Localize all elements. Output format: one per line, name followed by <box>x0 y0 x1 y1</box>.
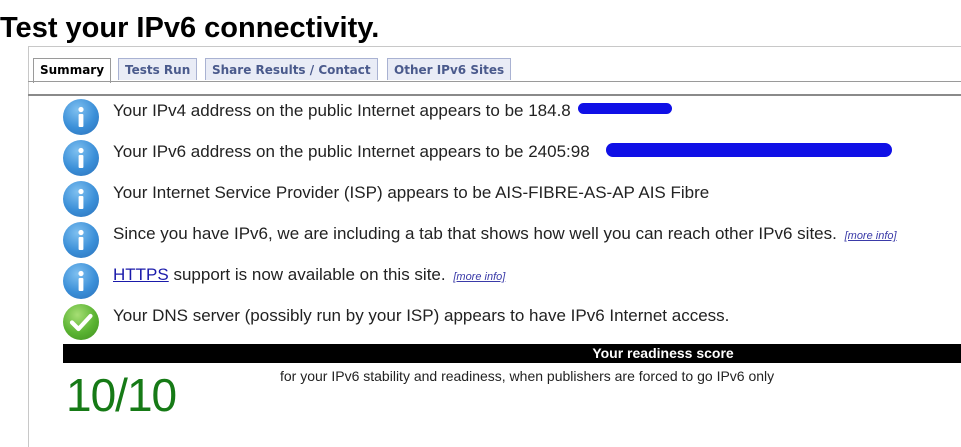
check-icon <box>63 304 99 340</box>
isp-message-text: Your Internet Service Provider (ISP) app… <box>113 183 710 202</box>
tab-tests-run[interactable]: Tests Run <box>118 58 198 80</box>
tab-summary[interactable]: Summary <box>33 58 112 83</box>
info-icon <box>63 181 99 217</box>
ipv6-tab-message-text: Since you have IPv6, we are including a … <box>113 224 897 246</box>
readiness-score-header-text: Your readiness score <box>592 345 734 361</box>
page-title: Test your IPv6 connectivity. <box>0 12 380 44</box>
readiness-score-header: Your readiness score <box>63 344 961 363</box>
more-info-link[interactable]: [more info] <box>453 271 505 283</box>
ipv4-message-text: Your IPv4 address on the public Internet… <box>113 101 571 120</box>
ipv6-tab-message: Since you have IPv6, we are including a … <box>63 222 953 262</box>
ipv6-message: Your IPv6 address on the public Internet… <box>63 140 953 180</box>
info-icon <box>63 140 99 176</box>
https-message-body: support is now available on this site. <box>168 265 446 284</box>
https-message: HTTPS support is now available on this s… <box>63 263 953 303</box>
info-icon <box>63 222 99 258</box>
https-link[interactable]: HTTPS <box>113 265 169 284</box>
info-icon <box>63 263 99 299</box>
tab-divider <box>28 81 961 82</box>
readiness-score-description: for your IPv6 stability and readiness, w… <box>280 368 775 384</box>
ipv6-message-text: Your IPv6 address on the public Internet… <box>113 142 590 161</box>
ipv4-message: Your IPv4 address on the public Internet… <box>63 99 953 139</box>
more-info-link[interactable]: [more info] <box>845 230 897 242</box>
tab-share-results-contact[interactable]: Share Results / Contact <box>205 58 378 80</box>
redaction-mark <box>578 103 672 114</box>
readiness-score-value: 10/10 <box>66 369 177 421</box>
info-icon <box>63 99 99 135</box>
content-top-rule <box>28 94 961 96</box>
tab-other-ipv6-sites[interactable]: Other IPv6 Sites <box>387 58 512 80</box>
redaction-mark <box>606 143 892 157</box>
dns-message: Your DNS server (possibly run by your IS… <box>63 304 953 344</box>
dns-message-text: Your DNS server (possibly run by your IS… <box>113 306 730 325</box>
ipv6-tab-message-body: Since you have IPv6, we are including a … <box>113 224 837 243</box>
isp-message: Your Internet Service Provider (ISP) app… <box>63 181 953 221</box>
https-message-text: HTTPS support is now available on this s… <box>113 265 505 287</box>
